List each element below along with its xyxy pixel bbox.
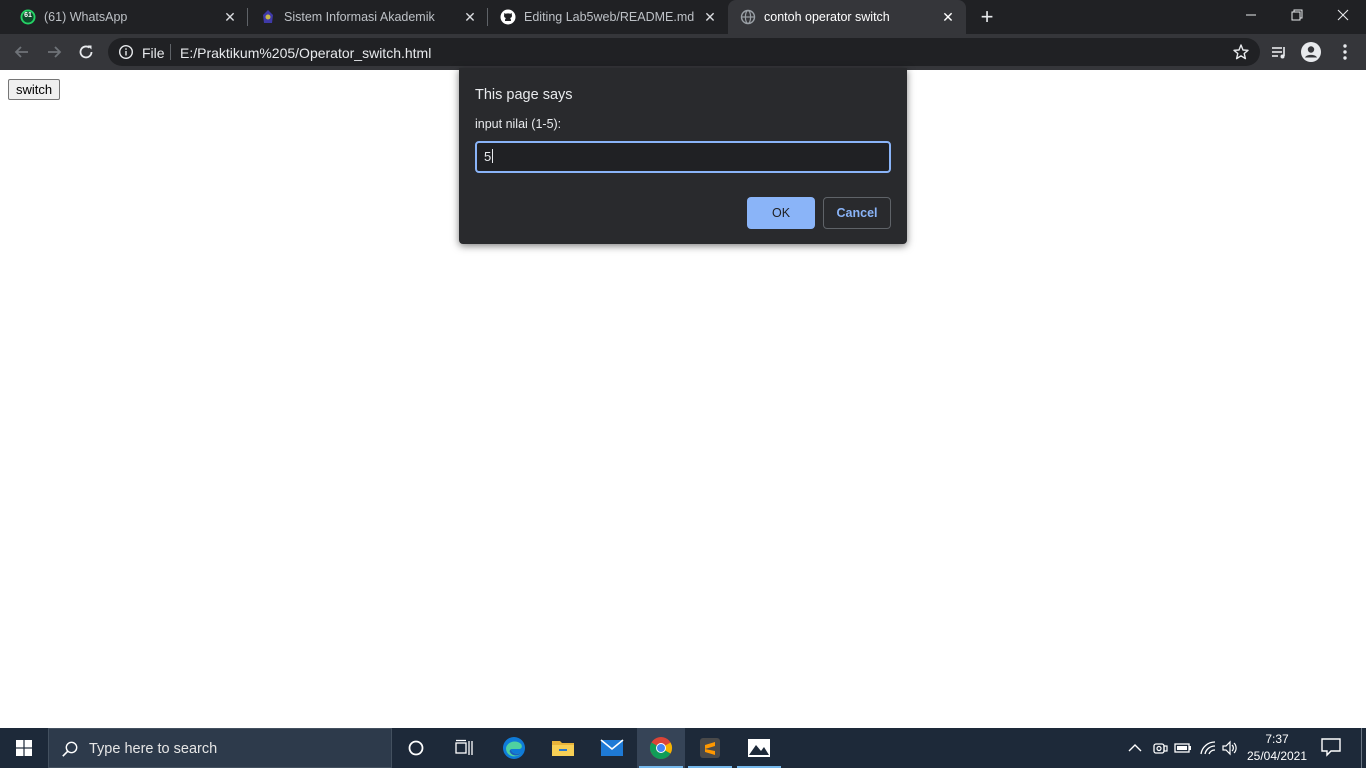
screen: 61 (61) WhatsApp ✕ Sistem Informasi Akad… xyxy=(0,0,1366,768)
new-tab-button[interactable]: + xyxy=(976,6,998,28)
close-icon[interactable]: ✕ xyxy=(702,9,718,25)
close-window-icon[interactable] xyxy=(1320,0,1366,30)
windows-start-icon[interactable] xyxy=(0,728,48,768)
wifi-icon[interactable] xyxy=(1198,738,1218,758)
tab-title: Editing Lab5web/README.md at xyxy=(524,10,696,24)
show-desktop-button[interactable] xyxy=(1361,728,1362,768)
taskbar-search-box[interactable]: Type here to search xyxy=(48,728,392,768)
tab-title: (61) WhatsApp xyxy=(44,10,128,24)
tab-title: contoh operator switch xyxy=(764,10,890,24)
scheme-label: File xyxy=(142,45,165,61)
prompt-input-value: 5 xyxy=(484,149,492,164)
back-arrow-icon[interactable] xyxy=(10,40,34,64)
search-placeholder: Type here to search xyxy=(89,741,218,757)
chevron-up-icon[interactable] xyxy=(1125,738,1145,758)
camera-icon[interactable] xyxy=(1150,738,1170,758)
tab-strip: 61 (61) WhatsApp ✕ Sistem Informasi Akad… xyxy=(0,0,1366,34)
task-view-icon[interactable] xyxy=(440,728,488,768)
bookmark-star-icon[interactable] xyxy=(1232,43,1250,61)
dialog-message: input nilai (1-5): xyxy=(475,117,562,131)
reload-icon[interactable] xyxy=(74,40,98,64)
prompt-input[interactable]: 5 xyxy=(475,141,891,173)
ok-button[interactable]: OK xyxy=(747,197,815,229)
switch-button[interactable]: switch xyxy=(8,79,61,100)
windows-taskbar: Type here to search 7:37 25/04/2021 xyxy=(0,728,1366,768)
profile-avatar-icon[interactable] xyxy=(1300,41,1322,63)
chrome-icon[interactable] xyxy=(637,728,685,768)
sublime-text-icon[interactable] xyxy=(686,728,734,768)
browser-toolbar: File E:/Praktikum%205/Operator_switch.ht… xyxy=(0,34,1366,70)
url-text[interactable]: E:/Praktikum%205/Operator_switch.html xyxy=(180,45,431,61)
tab-title: Sistem Informasi Akademik xyxy=(284,10,435,24)
close-icon[interactable]: ✕ xyxy=(940,9,956,25)
prompt-dialog: This page says input nilai (1-5): 5 OK C… xyxy=(459,68,907,244)
volume-icon[interactable] xyxy=(1220,738,1240,758)
notification-icon[interactable] xyxy=(1320,737,1344,759)
close-icon[interactable]: ✕ xyxy=(462,9,478,25)
tab-github[interactable]: Editing Lab5web/README.md at ✕ xyxy=(488,0,728,34)
minimize-icon[interactable] xyxy=(1228,0,1274,30)
search-icon xyxy=(61,740,79,758)
mail-icon[interactable] xyxy=(588,728,636,768)
info-icon[interactable] xyxy=(118,44,134,60)
whatsapp-icon: 61 xyxy=(20,9,36,25)
battery-icon[interactable] xyxy=(1173,738,1193,758)
photos-icon[interactable] xyxy=(735,728,783,768)
close-icon[interactable]: ✕ xyxy=(222,9,238,25)
tab-badge: 61 xyxy=(24,12,32,19)
tab-active-operator-switch[interactable]: contoh operator switch ✕ xyxy=(728,0,966,34)
dialog-title: This page says xyxy=(475,87,573,103)
campus-logo-icon xyxy=(260,9,276,25)
forward-arrow-icon[interactable] xyxy=(42,40,66,64)
text-caret xyxy=(492,149,494,163)
media-control-icon[interactable] xyxy=(1268,41,1290,63)
cortana-icon[interactable] xyxy=(392,728,440,768)
taskbar-clock[interactable]: 7:37 25/04/2021 xyxy=(1240,731,1314,765)
tab-whatsapp[interactable]: 61 (61) WhatsApp ✕ xyxy=(8,0,248,34)
clock-date: 25/04/2021 xyxy=(1246,749,1308,763)
address-bar[interactable]: File E:/Praktikum%205/Operator_switch.ht… xyxy=(108,38,1260,66)
address-separator xyxy=(170,44,171,60)
clock-time: 7:37 xyxy=(1265,732,1289,746)
file-explorer-icon[interactable] xyxy=(539,728,587,768)
cancel-button[interactable]: Cancel xyxy=(823,197,891,229)
kebab-menu-icon[interactable] xyxy=(1334,41,1356,63)
restore-icon[interactable] xyxy=(1274,0,1320,30)
edge-icon[interactable] xyxy=(490,728,538,768)
github-icon xyxy=(500,9,516,25)
globe-icon xyxy=(740,9,756,25)
tab-siakad[interactable]: Sistem Informasi Akademik ✕ xyxy=(248,0,488,34)
